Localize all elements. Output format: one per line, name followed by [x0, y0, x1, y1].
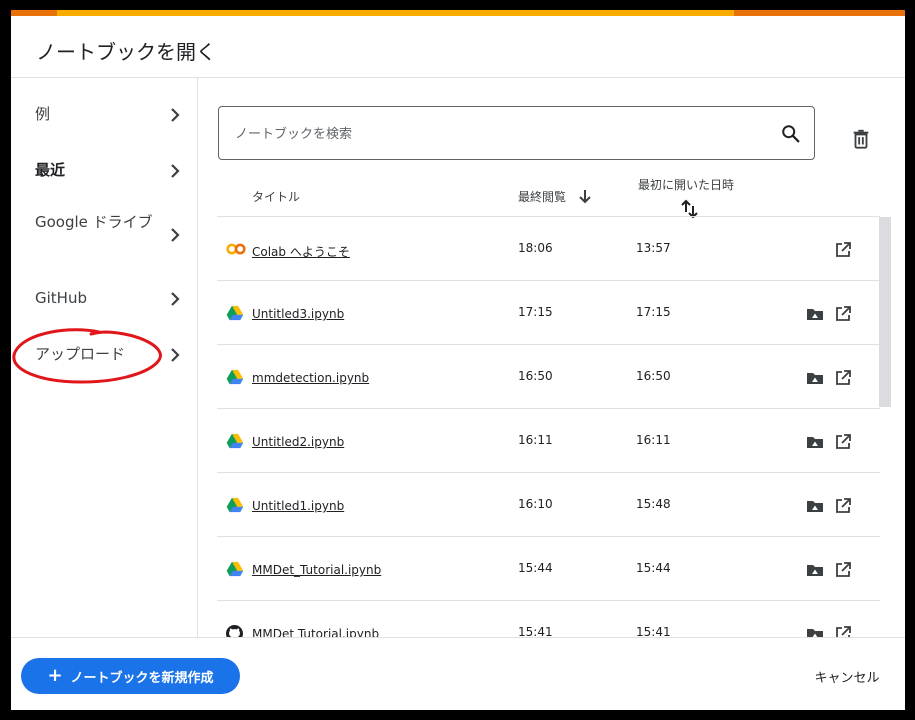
chevron-right-icon: [171, 292, 180, 306]
sidebar-item-label: 例: [35, 105, 51, 123]
notebook-title-link[interactable]: mmdetection.ipynb: [252, 371, 369, 385]
sidebar-item-examples[interactable]: 例: [11, 96, 197, 132]
progress-bar: [11, 10, 905, 16]
table-row[interactable]: Untitled3.ipynb 17:15 17:15: [217, 280, 880, 344]
last-viewed-time: 15:44: [518, 561, 553, 575]
table-row[interactable]: mmdetection.ipynb 16:50 16:50: [217, 344, 880, 408]
new-notebook-button[interactable]: + ノートブックを新規作成: [21, 658, 240, 694]
footer-divider: [11, 637, 905, 638]
sidebar-item-recent[interactable]: 最近: [11, 152, 197, 188]
trash-icon[interactable]: [850, 128, 872, 150]
table-row[interactable]: MMDet_Tutorial.ipynb 15:44 15:44: [217, 536, 880, 600]
last-viewed-time: 16:50: [518, 369, 553, 383]
table-row[interactable]: Colab へようこそ 18:06 13:57: [217, 216, 880, 280]
first-opened-time: 15:48: [636, 497, 671, 511]
first-opened-time: 16:11: [636, 433, 671, 447]
drive-icon: [226, 497, 244, 513]
sidebar-item-label: 最近: [35, 161, 66, 179]
drive-folder-icon[interactable]: [806, 434, 824, 450]
drive-folder-icon[interactable]: [806, 626, 824, 637]
last-viewed-time: 17:15: [518, 305, 553, 319]
search-icon[interactable]: [780, 123, 802, 145]
cancel-button[interactable]: キャンセル: [799, 658, 895, 694]
arrow-down-icon[interactable]: [578, 188, 592, 204]
github-icon: [226, 625, 244, 637]
search-box: [218, 106, 815, 160]
scrollbar-thumb[interactable]: [879, 217, 891, 407]
notebook-title-link[interactable]: Untitled1.ipynb: [252, 499, 344, 513]
first-opened-time: 16:50: [636, 369, 671, 383]
open-in-new-tab-icon[interactable]: [834, 561, 852, 579]
last-viewed-time: 15:41: [518, 625, 553, 637]
drive-icon: [226, 369, 244, 385]
drive-folder-icon[interactable]: [806, 562, 824, 578]
chevron-right-icon: [171, 164, 180, 178]
dialog-title: ノートブックを開く: [36, 40, 216, 64]
chevron-right-icon: [171, 228, 180, 242]
chevron-right-icon: [171, 348, 180, 362]
last-viewed-time: 16:11: [518, 433, 553, 447]
last-viewed-time: 16:10: [518, 497, 553, 511]
sidebar-item-github[interactable]: GitHub: [11, 280, 197, 316]
drive-folder-icon[interactable]: [806, 370, 824, 386]
drive-folder-icon[interactable]: [806, 306, 824, 322]
notebook-title-link[interactable]: MMDet Tutorial.ipynb: [252, 627, 379, 637]
table-row[interactable]: Untitled2.ipynb 16:11 16:11: [217, 408, 880, 472]
open-in-new-tab-icon[interactable]: [834, 497, 852, 515]
search-input[interactable]: [233, 119, 757, 149]
first-opened-time: 13:57: [636, 241, 671, 255]
sidebar-item-label: GitHub: [35, 289, 87, 307]
table-row[interactable]: MMDet Tutorial.ipynb 15:41 15:41: [217, 600, 880, 637]
column-header-title[interactable]: タイトル: [252, 188, 300, 205]
open-in-new-tab-icon[interactable]: [834, 369, 852, 387]
open-in-new-tab-icon[interactable]: [834, 625, 852, 637]
drive-icon: [226, 433, 244, 449]
drive-icon: [226, 305, 244, 321]
table-row[interactable]: Untitled1.ipynb 16:10 15:48: [217, 472, 880, 536]
open-notebook-dialog: ノートブックを開く 例 最近 Google ドライブ GitHub アップロード: [11, 10, 905, 710]
notebook-title-link[interactable]: Untitled2.ipynb: [252, 435, 344, 449]
last-viewed-time: 18:06: [518, 241, 553, 255]
open-in-new-tab-icon[interactable]: [834, 305, 852, 323]
notebook-title-link[interactable]: Untitled3.ipynb: [252, 307, 344, 321]
plus-icon: +: [47, 665, 63, 686]
first-opened-time: 15:41: [636, 625, 671, 637]
notebook-title-link[interactable]: MMDet_Tutorial.ipynb: [252, 563, 381, 577]
drive-folder-icon[interactable]: [806, 498, 824, 514]
notebook-list: Colab へようこそ 18:06 13:57 Untitled3.ipynb 17:1…: [217, 216, 880, 637]
first-opened-time: 15:44: [636, 561, 671, 575]
column-header-first-opened[interactable]: 最初に開いた日時: [638, 176, 734, 193]
open-in-new-tab-icon[interactable]: [834, 241, 852, 259]
header-divider: [11, 77, 905, 78]
sidebar-item-label: アップロード: [35, 345, 126, 363]
new-notebook-label: ノートブックを新規作成: [70, 670, 214, 686]
sidebar-divider: [197, 77, 198, 637]
colab-icon: [226, 241, 246, 257]
sidebar-item-upload[interactable]: アップロード: [11, 336, 197, 372]
sidebar-item-label: Google ドライブ: [35, 213, 153, 231]
notebook-title-link[interactable]: Colab へようこそ: [252, 243, 350, 260]
sidebar-item-google-drive[interactable]: Google ドライブ: [11, 206, 197, 262]
open-in-new-tab-icon[interactable]: [834, 433, 852, 451]
chevron-right-icon: [171, 108, 180, 122]
drive-icon: [226, 561, 244, 577]
first-opened-time: 17:15: [636, 305, 671, 319]
column-header-last-viewed[interactable]: 最終閲覧: [518, 188, 566, 205]
